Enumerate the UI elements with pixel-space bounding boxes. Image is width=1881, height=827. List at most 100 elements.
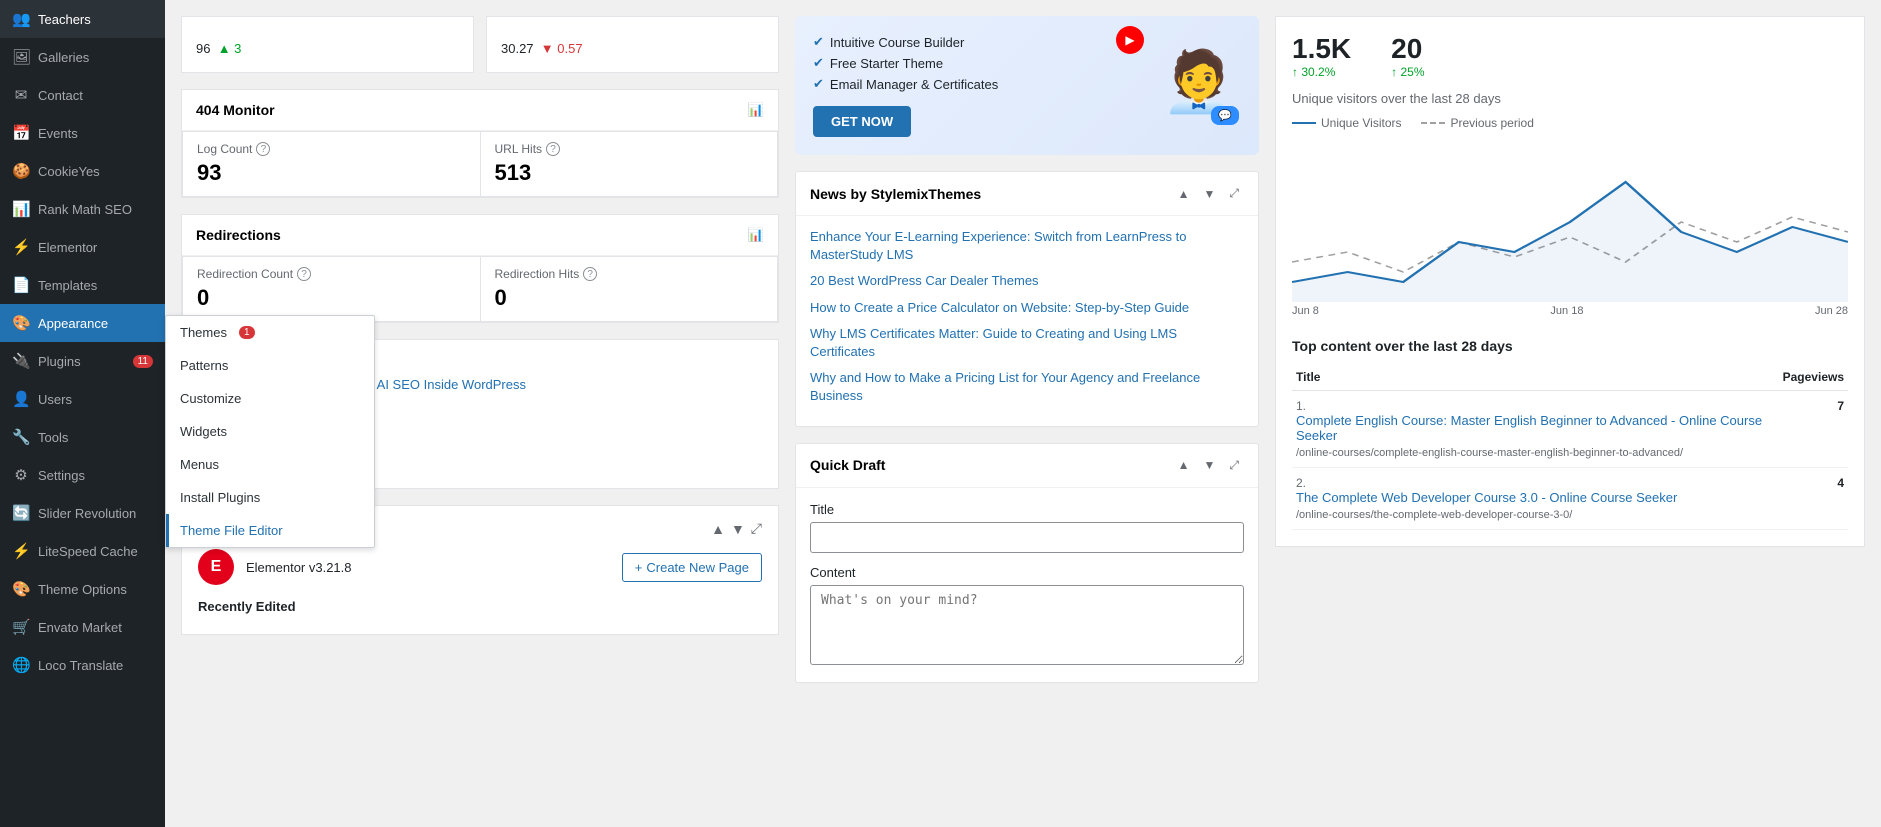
news-article-2[interactable]: 20 Best WordPress Car Dealer Themes	[810, 272, 1244, 290]
analytics-card: 1.5K ↑ 30.2% 20 ↑ 25% Unique visitors ov…	[1275, 16, 1865, 547]
second-change: ↑ 25%	[1391, 65, 1424, 79]
redirect-count-help[interactable]: ?	[297, 267, 311, 281]
chart-icon: 📊	[748, 102, 764, 118]
sidebar-item-contact[interactable]: ✉ Contact	[0, 76, 165, 114]
visitors-change: ↑ 30.2%	[1292, 65, 1351, 79]
plugins-badge: 11	[133, 355, 153, 368]
sidebar-item-settings[interactable]: ⚙ Settings	[0, 456, 165, 494]
submenu-label-menus: Menus	[180, 457, 219, 472]
users-icon: 👤	[12, 390, 30, 408]
submenu-patterns[interactable]: Patterns	[166, 349, 374, 382]
qd-title-input[interactable]	[810, 522, 1244, 553]
sidebar-item-rankmath[interactable]: 📊 Rank Math SEO	[0, 190, 165, 228]
monitor-404-body: Log Count ? 93 URL Hits ? 513	[182, 131, 778, 197]
elementor-icon: ⚡	[12, 238, 30, 256]
sidebar-label-appearance: Appearance	[38, 316, 108, 331]
redirect-hits-label: Redirection Hits ?	[495, 267, 764, 281]
submenu-menus[interactable]: Menus	[166, 448, 374, 481]
pageviews-2: 4	[1779, 468, 1848, 530]
sidebar-label-envato: Envato Market	[38, 620, 122, 635]
check-icon-2: ✔	[813, 55, 824, 71]
qd-down-btn[interactable]: ▼	[1199, 456, 1221, 475]
top-stats-row: 96 ▲ 3 30.27 ▼ 0.57	[181, 16, 779, 73]
rankmath-icon: 📊	[12, 200, 30, 218]
eo-collapse-btn[interactable]: ▲	[711, 520, 725, 537]
news-collapse-btn[interactable]: ▲	[1173, 184, 1195, 203]
contact-icon: ✉	[12, 86, 30, 104]
teachers-icon: 👥	[12, 10, 30, 28]
eo-controls: ▲ ▼ ⤢	[711, 520, 762, 537]
news-title: News by StylemixThemes	[810, 186, 981, 202]
sidebar-item-appearance[interactable]: 🎨 Appearance	[0, 304, 165, 342]
right-panel: 1.5K ↑ 30.2% 20 ↑ 25% Unique visitors ov…	[1275, 0, 1881, 827]
url-hits-stat: URL Hits ? 513	[481, 131, 779, 197]
content-link-1[interactable]: Complete English Course: Master English …	[1296, 413, 1775, 443]
stat-value-2: 30.27 ▼ 0.57	[501, 29, 764, 60]
news-article-4[interactable]: Why LMS Certificates Matter: Guide to Cr…	[810, 325, 1244, 361]
get-now-button[interactable]: GET NOW	[813, 106, 911, 137]
cookieyes-icon: 🍪	[12, 162, 30, 180]
sidebar-label-tools: Tools	[38, 430, 68, 445]
promo-image: 🧑‍💼	[1149, 16, 1249, 146]
submenu-theme-file-editor[interactable]: Theme File Editor	[166, 514, 374, 547]
create-new-page-button[interactable]: + Create New Page	[622, 553, 762, 582]
sidebar-item-templates[interactable]: 📄 Templates	[0, 266, 165, 304]
sidebar-item-theme-options[interactable]: 🎨 Theme Options	[0, 570, 165, 608]
sidebar-item-users[interactable]: 👤 Users	[0, 380, 165, 418]
sidebar-item-events[interactable]: 📅 Events	[0, 114, 165, 152]
loco-icon: 🌐	[12, 656, 30, 674]
plugins-icon: 🔌	[12, 352, 30, 370]
sidebar-item-loco[interactable]: 🌐 Loco Translate	[0, 646, 165, 684]
sidebar-label-contact: Contact	[38, 88, 83, 103]
templates-icon: 📄	[12, 276, 30, 294]
submenu-customize[interactable]: Customize	[166, 382, 374, 415]
chart-svg	[1292, 142, 1848, 302]
sidebar-item-envato[interactable]: 🛒 Envato Market	[0, 608, 165, 646]
url-hits-help[interactable]: ?	[546, 142, 560, 156]
qd-collapse-btn[interactable]: ▲	[1173, 456, 1195, 475]
sidebar-item-galleries[interactable]: 🖼 Galleries	[0, 38, 165, 76]
recently-edited-section: Recently Edited	[198, 599, 762, 614]
news-body: Enhance Your E-Learning Experience: Swit…	[796, 216, 1258, 426]
redirect-hits-help[interactable]: ?	[583, 267, 597, 281]
log-count-help[interactable]: ?	[256, 142, 270, 156]
sidebar-label-events: Events	[38, 126, 78, 141]
quick-draft-card: Quick Draft ▲ ▼ ⤢ Title Content	[795, 443, 1259, 683]
monitor-404-header: 404 Monitor 📊	[182, 90, 778, 131]
sidebar-label-plugins: Plugins	[38, 354, 81, 369]
sidebar-item-slider[interactable]: 🔄 Slider Revolution	[0, 494, 165, 532]
analytics-chart: Jun 8 Jun 18 Jun 28	[1292, 142, 1848, 322]
content-table: Title Pageviews 1. Complete English Cour…	[1292, 364, 1848, 530]
sidebar-item-elementor[interactable]: ⚡ Elementor	[0, 228, 165, 266]
news-expand-btn[interactable]: ⤢	[1224, 184, 1244, 203]
themes-badge: 1	[239, 326, 255, 339]
sidebar-item-cookieyes[interactable]: 🍪 CookieYes	[0, 152, 165, 190]
sidebar-item-teachers[interactable]: 👥 Teachers	[0, 0, 165, 38]
content-link-2[interactable]: The Complete Web Developer Course 3.0 - …	[1296, 490, 1775, 505]
submenu-widgets[interactable]: Widgets	[166, 415, 374, 448]
qd-content-textarea[interactable]	[810, 585, 1244, 665]
news-article-5[interactable]: Why and How to Make a Pricing List for Y…	[810, 369, 1244, 405]
tools-icon: 🔧	[12, 428, 30, 446]
table-row-2: 2. The Complete Web Developer Course 3.0…	[1292, 468, 1848, 530]
redirections-header: Redirections 📊	[182, 215, 778, 256]
submenu-install-plugins[interactable]: Install Plugins	[166, 481, 374, 514]
news-article-3[interactable]: How to Create a Price Calculator on Webs…	[810, 299, 1244, 317]
sidebar-label-litespeed: LiteSpeed Cache	[38, 544, 138, 559]
qd-expand-btn[interactable]: ⤢	[1224, 456, 1244, 475]
sidebar-item-tools[interactable]: 🔧 Tools	[0, 418, 165, 456]
sidebar-item-plugins[interactable]: 🔌 Plugins 11	[0, 342, 165, 380]
news-article-1[interactable]: Enhance Your E-Learning Experience: Swit…	[810, 228, 1244, 264]
content-path-1: /online-courses/complete-english-course-…	[1296, 447, 1683, 459]
pageviews-1: 7	[1779, 391, 1848, 468]
redirections-stats: Redirection Count ? 0 Redirection Hits ?…	[182, 256, 778, 322]
sidebar-item-litespeed[interactable]: ⚡ LiteSpeed Cache	[0, 532, 165, 570]
redirections-title: Redirections	[196, 227, 281, 243]
second-value: 20	[1391, 33, 1424, 65]
eo-down-btn[interactable]: ▼	[731, 520, 745, 537]
submenu-themes[interactable]: Themes 1	[166, 316, 374, 349]
qd-title: Quick Draft	[810, 457, 885, 473]
eo-expand-btn[interactable]: ⤢	[751, 520, 762, 537]
sidebar-label-slider: Slider Revolution	[38, 506, 136, 521]
news-down-btn[interactable]: ▼	[1199, 184, 1221, 203]
